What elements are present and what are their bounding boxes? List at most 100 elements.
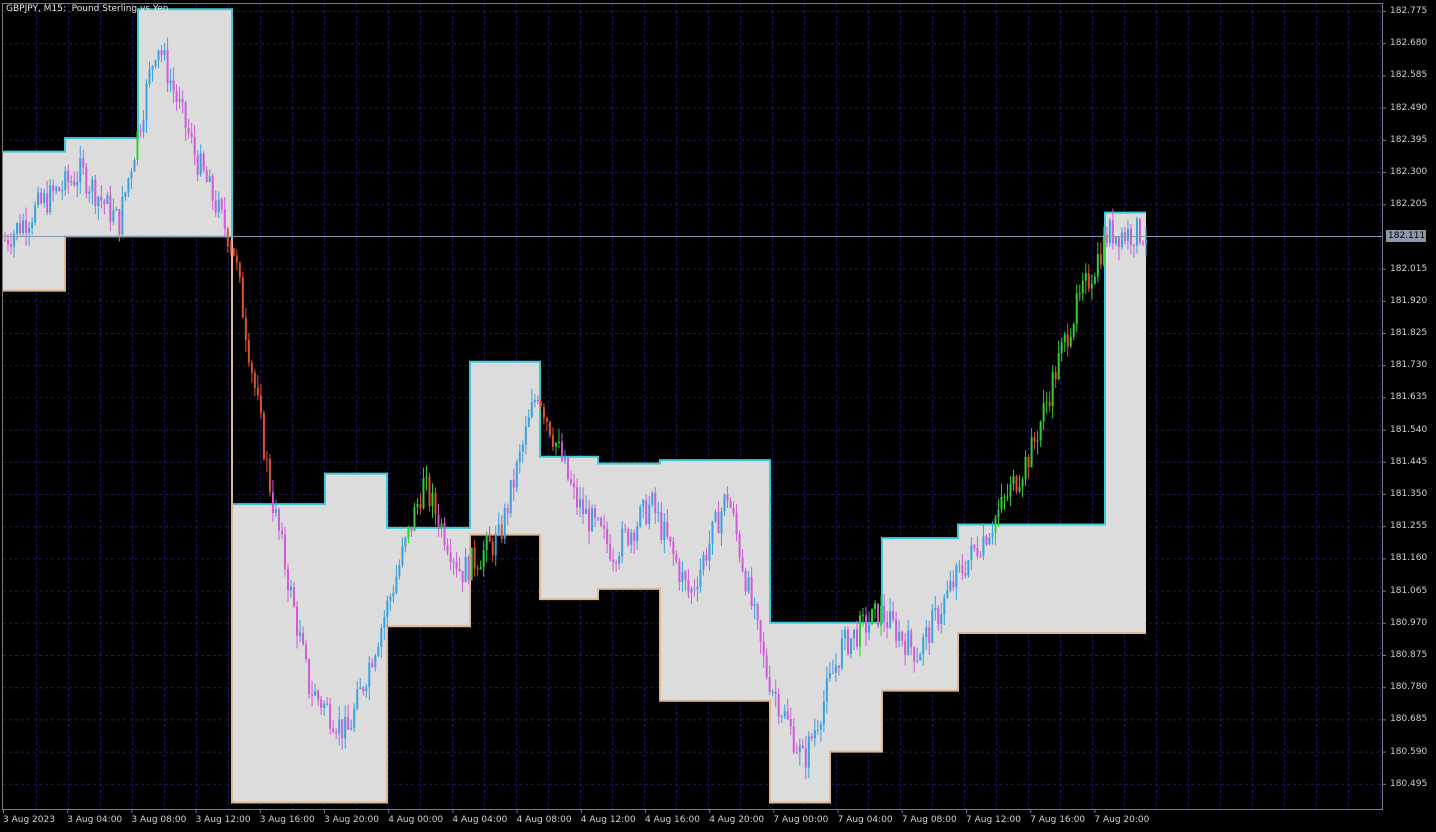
- candle-body: [880, 605, 883, 627]
- price-axis-label: 180.970: [1390, 617, 1428, 628]
- candle-body: [524, 426, 527, 445]
- candle-body: [109, 195, 112, 222]
- candle-body: [1099, 254, 1102, 265]
- price-axis-label: 180.495: [1390, 778, 1428, 789]
- candle-body: [952, 581, 955, 588]
- candle-body: [94, 179, 97, 207]
- current-price-tag: 182.111: [1386, 230, 1426, 243]
- price-axis-label: 182.395: [1390, 134, 1428, 145]
- candle-body: [753, 604, 756, 606]
- candle-body: [1105, 234, 1108, 244]
- candle-body: [849, 637, 852, 655]
- candle-body: [268, 459, 271, 493]
- candle-body: [738, 534, 741, 558]
- candle-body: [220, 199, 223, 209]
- time-axis-label: 3 Aug 16:00: [259, 815, 315, 825]
- candle-body: [780, 716, 783, 718]
- candle-body: [801, 745, 804, 749]
- candle-body: [380, 628, 383, 647]
- time-axis-label: 7 Aug 16:00: [1030, 815, 1086, 825]
- time-axis-label: 4 Aug 04:00: [452, 815, 508, 825]
- candle-body: [1108, 220, 1111, 244]
- candle-body: [834, 665, 837, 673]
- candle-body: [744, 570, 747, 592]
- candle-body: [663, 521, 666, 540]
- candle-body: [455, 561, 458, 569]
- candle-body: [750, 577, 753, 606]
- candle-body: [244, 317, 247, 341]
- candle-body: [964, 572, 967, 576]
- candle-body: [326, 703, 329, 705]
- candle-body: [627, 529, 630, 545]
- candle-body: [678, 561, 681, 583]
- candle-body: [569, 479, 572, 484]
- chart-window[interactable]: GBPJPY, M15: Pound Sterling vs Yen 182.7…: [0, 0, 1436, 832]
- candle-body: [166, 49, 169, 84]
- candle-body: [479, 567, 482, 570]
- candle-body: [843, 629, 846, 639]
- candle-body: [545, 417, 548, 422]
- candle-body: [1042, 402, 1045, 422]
- price-axis-label: 181.065: [1390, 585, 1428, 596]
- time-axis-label: 7 Aug 00:00: [773, 815, 829, 825]
- candle-body: [473, 547, 476, 569]
- candle-body: [636, 526, 639, 541]
- candle-body: [37, 192, 40, 206]
- candle-body: [533, 400, 536, 403]
- price-chart[interactable]: [0, 0, 1436, 832]
- candle-body: [1093, 276, 1096, 284]
- candle-body: [175, 90, 178, 102]
- candle-body: [31, 222, 34, 228]
- time-axis-label: 3 Aug 12:00: [195, 815, 251, 825]
- price-axis-label: 182.680: [1390, 38, 1428, 49]
- candle-body: [115, 209, 118, 211]
- candle-body: [1051, 372, 1054, 407]
- candle-body: [988, 537, 991, 545]
- candle-body: [786, 711, 789, 719]
- candle-body: [588, 508, 591, 532]
- candle-body: [494, 533, 497, 556]
- candle-body: [874, 603, 877, 609]
- candle-body: [925, 627, 928, 638]
- candle-body: [199, 153, 202, 175]
- candle-body: [19, 223, 22, 234]
- candle-body: [76, 182, 79, 186]
- candle-body: [798, 745, 801, 753]
- candle-body: [118, 209, 121, 235]
- candle-body: [274, 509, 277, 514]
- candle-body: [940, 614, 943, 625]
- candle-body: [1084, 273, 1087, 281]
- candle-body: [461, 570, 464, 583]
- candle-body: [895, 619, 898, 641]
- candle-body: [865, 615, 868, 633]
- candle-body: [699, 569, 702, 587]
- candle-body: [648, 504, 651, 524]
- candle-body: [1126, 228, 1129, 241]
- candle-body: [314, 690, 317, 696]
- candle-body: [1132, 244, 1135, 246]
- candle-body: [22, 220, 25, 234]
- candle-body: [106, 195, 109, 205]
- price-axis-label: 182.015: [1390, 263, 1428, 274]
- candle-body: [157, 50, 160, 61]
- candle-body: [259, 395, 262, 414]
- candle-body: [886, 621, 889, 628]
- candle-body: [1102, 234, 1105, 265]
- channel-band: [1105, 212, 1146, 633]
- candle-body: [783, 711, 786, 717]
- candle-body: [148, 69, 151, 84]
- channel-band: [325, 473, 387, 803]
- candle-body: [286, 568, 289, 591]
- chart-title: GBPJPY, M15: Pound Sterling vs Yen: [6, 4, 169, 14]
- candle-body: [302, 632, 305, 645]
- candle-body: [398, 565, 401, 577]
- candle-body: [395, 576, 398, 593]
- candle-body: [178, 99, 181, 102]
- candle-body: [723, 494, 726, 512]
- candle-body: [609, 543, 612, 560]
- candle-body: [684, 571, 687, 580]
- candle-body: [916, 660, 919, 662]
- candle-body: [386, 600, 389, 618]
- candle-body: [142, 120, 145, 132]
- channel-band: [660, 460, 770, 701]
